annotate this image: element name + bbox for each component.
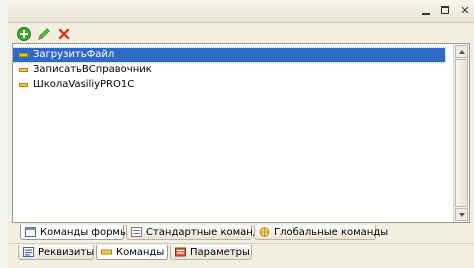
globe-icon	[259, 227, 270, 237]
list-item[interactable]: ЗагрузитьФайл	[12, 47, 446, 63]
maximize-icon[interactable]	[440, 5, 452, 17]
title-bar: ✕	[8, 0, 474, 23]
standard-commands-icon	[131, 227, 142, 237]
form-section-tabs: Реквизиты Команды Параметры	[8, 243, 474, 262]
tab-standard-commands[interactable]: Стандартные команды	[126, 225, 268, 240]
form-editor-window: ✕ ЗагрузитьФайл ЗаписатьВСправочник Школ…	[8, 0, 474, 268]
tab-label: Команды	[116, 247, 165, 258]
list-item-label: ШколаVasiliyPRO1C	[33, 79, 135, 90]
tab-label: Глобальные команды	[274, 227, 389, 238]
parameters-icon	[175, 247, 186, 257]
tab-global-commands[interactable]: Глобальные команды	[254, 225, 388, 240]
tab-attributes[interactable]: Реквизиты	[18, 245, 94, 260]
list-item[interactable]: ЗаписатьВСправочник	[13, 63, 445, 77]
tab-label: Параметры	[190, 247, 250, 258]
minimize-icon[interactable]	[420, 5, 432, 17]
tab-label: Стандартные команды	[146, 227, 268, 238]
add-icon[interactable]	[16, 26, 32, 42]
close-icon[interactable]: ✕	[459, 5, 471, 17]
attributes-icon	[23, 247, 34, 257]
scroll-down-icon[interactable]	[455, 208, 468, 221]
list-item-label: ЗагрузитьФайл	[33, 49, 115, 60]
edit-icon[interactable]	[36, 26, 52, 42]
form-icon	[25, 227, 36, 237]
command-icon	[19, 83, 28, 87]
tab-form-commands[interactable]: Команды формы	[20, 225, 128, 240]
command-icon	[19, 68, 28, 72]
scroll-up-icon[interactable]	[455, 45, 468, 58]
tab-label: Команды формы	[40, 227, 128, 238]
tab-commands[interactable]: Команды	[96, 245, 168, 260]
command-icon	[19, 53, 28, 57]
delete-icon[interactable]	[56, 26, 72, 42]
commands-list: ЗагрузитьФайл ЗаписатьВСправочник ШколаV…	[12, 43, 470, 223]
commands-icon	[101, 247, 112, 257]
vertical-scrollbar[interactable]	[453, 44, 469, 222]
scrollbar-thumb[interactable]	[455, 59, 468, 207]
list-item[interactable]: ШколаVasiliyPRO1C	[13, 78, 445, 92]
command-type-tabs: Команды формы Стандартные команды Глобал…	[8, 224, 474, 242]
list-item-label: ЗаписатьВСправочник	[33, 64, 152, 75]
tab-parameters[interactable]: Параметры	[170, 245, 252, 260]
commands-toolbar	[12, 25, 472, 43]
tab-label: Реквизиты	[38, 247, 95, 258]
